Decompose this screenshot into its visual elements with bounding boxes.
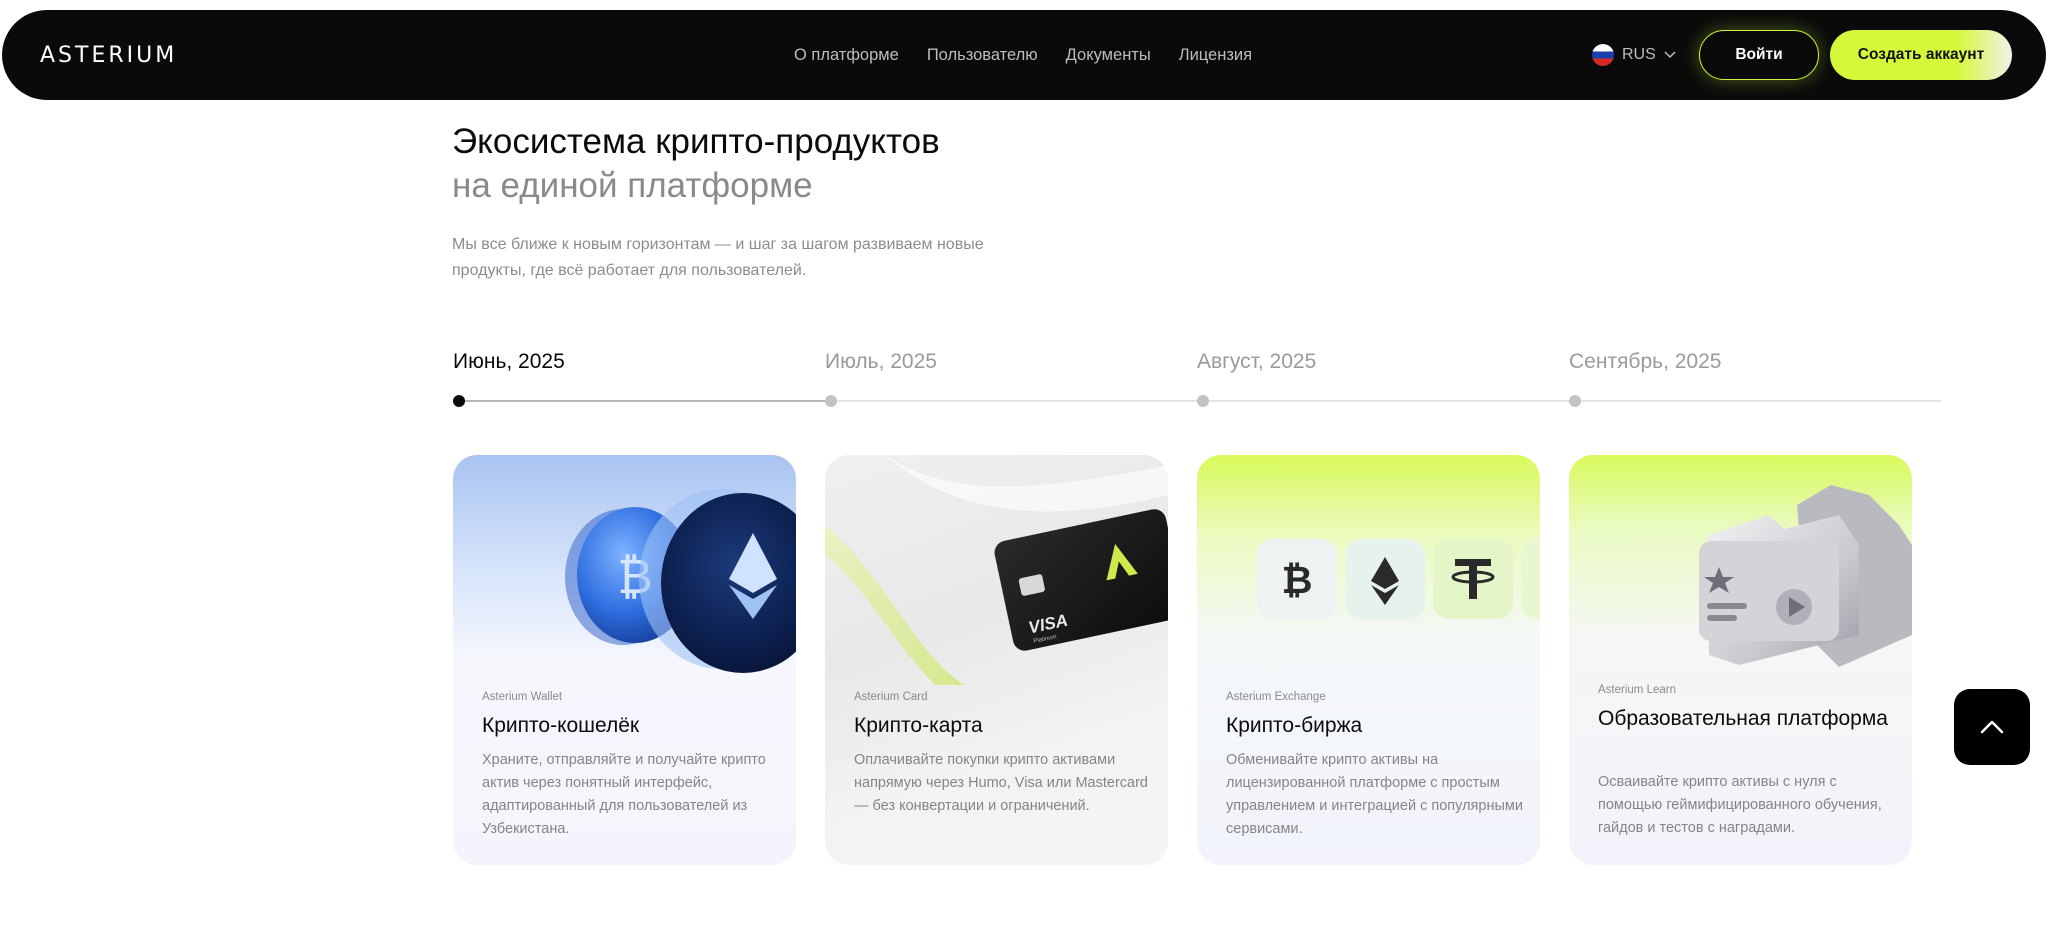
scroll-to-top-button[interactable] <box>1954 689 2030 765</box>
exchange-tiles-icon: ₿ <box>1257 539 1540 619</box>
russia-flag-icon <box>1592 44 1614 66</box>
page-title: Экосистема крипто-продуктов <box>452 122 940 161</box>
card-description: Обменивайте крипто активы на лицензирова… <box>1226 752 1523 837</box>
timeline-progress <box>458 400 830 402</box>
create-account-button[interactable]: Создать аккаунт <box>1830 30 2012 80</box>
timeline-dot-september[interactable] <box>1569 395 1581 407</box>
card-subtitle: Asterium Exchange <box>1226 691 1326 703</box>
product-card-wallet[interactable]: ₿ Asterium Wallet Крипто-кошелёк Храните… <box>453 455 796 865</box>
nav-item-documents[interactable]: Документы <box>1066 46 1151 65</box>
learning-folder-icon <box>1699 485 1912 667</box>
nav-item-users[interactable]: Пользователю <box>927 46 1038 65</box>
chevron-down-icon <box>1664 51 1676 59</box>
card-title: Крипто-кошелёк <box>482 714 640 737</box>
main-nav: О платформе Пользователю Документы Лицен… <box>794 46 1252 65</box>
card-title: Крипто-биржа <box>1226 714 1363 737</box>
logo[interactable]: ASTERIUM <box>40 43 177 68</box>
timeline-dot-august[interactable] <box>1197 395 1209 407</box>
timeline-dot-june[interactable] <box>453 395 465 407</box>
timeline-label-june[interactable]: Июнь, 2025 <box>453 350 565 374</box>
timeline-label-august[interactable]: Август, 2025 <box>1197 350 1316 374</box>
top-navigation-bar: ASTERIUM О платформе Пользователю Докуме… <box>2 10 2046 100</box>
product-card-exchange[interactable]: ₿ Asterium Exchange Крипто-биржа Обменив… <box>1197 455 1540 865</box>
card-subtitle: Asterium Wallet <box>482 691 563 703</box>
language-label: RUS <box>1622 46 1656 63</box>
page-subtitle: на единой платформе <box>452 166 813 205</box>
chevron-up-icon <box>1980 720 2004 734</box>
product-card-crypto-card[interactable]: VISA Platinum Asterium Card Крипто-карта… <box>825 455 1168 865</box>
timeline-dot-july[interactable] <box>825 395 837 407</box>
card-subtitle: Asterium Card <box>854 691 928 703</box>
product-card-learn[interactable]: Asterium Learn Образовательная платформа… <box>1569 455 1912 865</box>
login-button[interactable]: Войти <box>1699 30 1819 80</box>
card-description: Оплачивайте покупки крипто активами напр… <box>854 752 1148 814</box>
timeline-label-july[interactable]: Июль, 2025 <box>825 350 937 374</box>
card-title: Крипто-карта <box>854 714 983 737</box>
svg-text:₿: ₿ <box>1282 558 1313 602</box>
timeline-label-september[interactable]: Сентябрь, 2025 <box>1569 350 1721 374</box>
nav-item-about[interactable]: О платформе <box>794 46 899 65</box>
nav-item-license[interactable]: Лицензия <box>1179 46 1252 65</box>
hero-description: Мы все ближе к новым горизонтам — и шаг … <box>452 236 984 279</box>
crypto-coins-icon: ₿ <box>565 489 796 673</box>
card-description: Осваивайте крипто активы с нуля с помощь… <box>1598 774 1882 836</box>
card-title: Образовательная платформа <box>1598 707 1888 730</box>
card-subtitle: Asterium Learn <box>1598 684 1676 696</box>
card-description: Храните, отправляйте и получайте крипто … <box>482 752 766 837</box>
bank-card-icon: VISA Platinum <box>825 455 1168 685</box>
language-selector[interactable]: RUS <box>1592 44 1676 66</box>
